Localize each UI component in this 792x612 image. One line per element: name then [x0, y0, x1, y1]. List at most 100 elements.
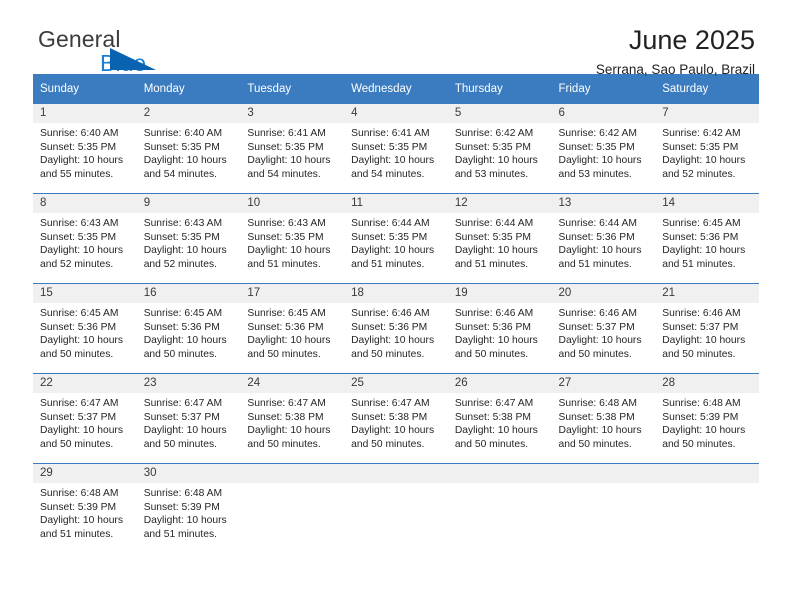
calendar-day-cell[interactable]: 20 Sunrise: 6:46 AM Sunset: 5:37 PM Dayligh…	[551, 283, 656, 374]
weekday-header-tuesday: Tuesday	[240, 74, 345, 104]
calendar-cell-inner: 19 Sunrise: 6:46 AM Sunset: 5:36 PM Dayligh…	[447, 284, 552, 373]
calendar-day-cell[interactable]: 23 Sunrise: 6:47 AM Sunset: 5:37 PM Dayligh…	[136, 373, 241, 464]
day-details: Sunrise: 6:48 AM Sunset: 5:39 PM Daylight:…	[33, 483, 137, 541]
day-detail-line: Sunset: 5:35 PM	[454, 231, 531, 243]
day-detail-line: Daylight: 10 hours	[143, 155, 227, 167]
calendar-day-cell[interactable]: 13 Sunrise: 6:44 AM Sunset: 5:36 PM Dayligh…	[551, 193, 656, 284]
day-detail-line: Daylight: 10 hours	[558, 155, 642, 167]
day-details: Sunrise: 6:47 AM Sunset: 5:38 PM Daylight:…	[240, 393, 344, 451]
calendar-day-cell[interactable]: 26 Sunrise: 6:47 AM Sunset: 5:38 PM Dayligh…	[447, 373, 552, 464]
calendar-day-cell[interactable]: 6 Sunrise: 6:42 AM Sunset: 5:35 PM Daylight…	[551, 103, 656, 194]
day-detail-line: Sunrise: 6:47 AM	[247, 398, 326, 409]
day-detail-line: Sunrise: 6:45 AM	[662, 218, 741, 229]
day-number: 3	[240, 104, 345, 123]
calendar-day-cell[interactable]: 7 Sunrise: 6:42 AM Sunset: 5:35 PM Daylight…	[655, 103, 759, 194]
day-detail-line: Daylight: 10 hours	[662, 155, 746, 167]
day-detail-line: Sunset: 5:35 PM	[40, 231, 117, 243]
calendar-day-cell[interactable]: 24 Sunrise: 6:47 AM Sunset: 5:38 PM Dayligh…	[240, 373, 345, 464]
day-details	[240, 483, 344, 487]
calendar-day-cell[interactable]: 22 Sunrise: 6:47 AM Sunset: 5:37 PM Dayligh…	[33, 373, 137, 464]
calendar-cell-inner	[344, 464, 448, 554]
day-detail-line: Sunset: 5:36 PM	[40, 321, 117, 333]
day-number: 20	[551, 284, 656, 303]
day-details: Sunrise: 6:47 AM Sunset: 5:38 PM Daylight:…	[448, 393, 552, 451]
day-detail-line: Sunrise: 6:47 AM	[143, 398, 223, 409]
day-detail-line: Daylight: 10 hours	[351, 425, 435, 437]
day-detail-line: Sunset: 5:36 PM	[662, 231, 739, 243]
day-detail-line: Sunset: 5:38 PM	[454, 411, 531, 423]
day-detail-line: Sunset: 5:35 PM	[40, 141, 117, 153]
day-detail-line: Sunrise: 6:44 AM	[454, 218, 534, 229]
day-details: Sunrise: 6:42 AM Sunset: 5:35 PM Daylight:…	[655, 123, 759, 181]
day-detail-line: Daylight: 10 hours	[40, 515, 123, 527]
day-detail-line: Sunrise: 6:44 AM	[351, 218, 430, 229]
calendar-cell-inner: 26 Sunrise: 6:47 AM Sunset: 5:38 PM Dayligh…	[447, 374, 552, 463]
calendar-day-cell[interactable]: 14 Sunrise: 6:45 AM Sunset: 5:36 PM Dayligh…	[655, 193, 759, 284]
calendar-cell-inner: 17 Sunrise: 6:45 AM Sunset: 5:36 PM Dayligh…	[240, 284, 345, 373]
calendar-day-cell[interactable]: 28 Sunrise: 6:48 AM Sunset: 5:39 PM Dayligh…	[655, 373, 759, 464]
page-header: General Blue June 2025 Serrana, Sao Paul…	[33, 0, 759, 77]
calendar-day-cell[interactable]: 19 Sunrise: 6:46 AM Sunset: 5:36 PM Dayligh…	[447, 283, 552, 374]
day-number: 10	[240, 194, 345, 213]
title-block: June 2025 Serrana, Sao Paulo, Brazil	[596, 24, 755, 80]
calendar-day-cell[interactable]: 5 Sunrise: 6:42 AM Sunset: 5:35 PM Daylight…	[447, 103, 552, 194]
day-details: Sunrise: 6:43 AM Sunset: 5:35 PM Daylight:…	[137, 213, 241, 271]
calendar-day-cell[interactable]: 4 Sunrise: 6:41 AM Sunset: 5:35 PM Daylight…	[344, 103, 448, 194]
calendar-day-cell[interactable]: 17 Sunrise: 6:45 AM Sunset: 5:36 PM Dayligh…	[240, 283, 345, 374]
day-detail-line: Sunset: 5:38 PM	[351, 411, 428, 423]
calendar-day-cell[interactable]: 25 Sunrise: 6:47 AM Sunset: 5:38 PM Dayligh…	[344, 373, 448, 464]
day-detail-line: and 50 minutes.	[143, 348, 217, 360]
calendar-cell-inner: 6 Sunrise: 6:42 AM Sunset: 5:35 PM Daylight…	[551, 104, 656, 193]
day-number: 1	[33, 104, 137, 123]
day-detail-line: Sunset: 5:35 PM	[247, 141, 324, 153]
day-details: Sunrise: 6:46 AM Sunset: 5:37 PM Daylight:…	[655, 303, 759, 361]
weekday-header-monday: Monday	[136, 74, 241, 104]
weekday-header-thursday: Thursday	[447, 74, 552, 104]
day-number: 18	[344, 284, 448, 303]
calendar-day-cell[interactable]: 16 Sunrise: 6:45 AM Sunset: 5:36 PM Dayligh…	[136, 283, 241, 374]
calendar-day-cell[interactable]: 30 Sunrise: 6:48 AM Sunset: 5:39 PM Dayligh…	[136, 463, 241, 554]
day-detail-line: and 52 minutes.	[143, 258, 217, 270]
calendar-day-cell[interactable]: 15 Sunrise: 6:45 AM Sunset: 5:36 PM Dayligh…	[33, 283, 137, 374]
day-details: Sunrise: 6:44 AM Sunset: 5:36 PM Daylight:…	[552, 213, 656, 271]
calendar-day-cell[interactable]: 9 Sunrise: 6:43 AM Sunset: 5:35 PM Daylight…	[136, 193, 241, 284]
day-detail-line: and 50 minutes.	[558, 348, 632, 360]
day-detail-line: and 52 minutes.	[662, 168, 736, 180]
calendar-day-cell[interactable]: 21 Sunrise: 6:46 AM Sunset: 5:37 PM Dayligh…	[655, 283, 759, 374]
calendar-day-cell[interactable]: 3 Sunrise: 6:41 AM Sunset: 5:35 PM Daylight…	[240, 103, 345, 194]
calendar-day-cell[interactable]: 12 Sunrise: 6:44 AM Sunset: 5:35 PM Dayligh…	[447, 193, 552, 284]
day-details: Sunrise: 6:48 AM Sunset: 5:39 PM Daylight:…	[655, 393, 759, 451]
calendar-cell-inner	[240, 464, 345, 554]
day-detail-line: Sunrise: 6:45 AM	[40, 308, 119, 319]
calendar-cell-inner: 21 Sunrise: 6:46 AM Sunset: 5:37 PM Dayligh…	[655, 284, 759, 373]
day-number: 28	[655, 374, 759, 393]
calendar-cell-inner: 11 Sunrise: 6:44 AM Sunset: 5:35 PM Dayligh…	[344, 194, 448, 283]
day-detail-line: Sunrise: 6:43 AM	[143, 218, 223, 229]
day-detail-line: Sunrise: 6:43 AM	[40, 218, 119, 229]
calendar-day-cell[interactable]: 10 Sunrise: 6:43 AM Sunset: 5:35 PM Dayligh…	[240, 193, 345, 284]
calendar-day-cell[interactable]: 29 Sunrise: 6:48 AM Sunset: 5:39 PM Dayligh…	[33, 463, 137, 554]
day-detail-line: and 50 minutes.	[40, 438, 114, 450]
calendar-day-cell[interactable]: 27 Sunrise: 6:48 AM Sunset: 5:38 PM Dayligh…	[551, 373, 656, 464]
calendar-cell-empty	[447, 463, 552, 554]
day-detail-line: and 50 minutes.	[247, 348, 321, 360]
calendar-cell-inner: 2 Sunrise: 6:40 AM Sunset: 5:35 PM Daylight…	[136, 104, 241, 193]
brand-name-top: General	[38, 26, 238, 70]
day-number: 2	[136, 104, 241, 123]
calendar-page: General Blue June 2025 Serrana, Sao Paul…	[0, 0, 792, 612]
calendar-day-cell[interactable]: 1 Sunrise: 6:40 AM Sunset: 5:35 PM Daylight…	[33, 103, 137, 194]
day-detail-line: Sunrise: 6:47 AM	[351, 398, 430, 409]
calendar-day-cell[interactable]: 18 Sunrise: 6:46 AM Sunset: 5:36 PM Dayligh…	[344, 283, 448, 374]
day-number: 24	[240, 374, 345, 393]
day-detail-line: and 50 minutes.	[351, 438, 425, 450]
calendar-day-cell[interactable]: 8 Sunrise: 6:43 AM Sunset: 5:35 PM Daylight…	[33, 193, 137, 284]
calendar-day-cell[interactable]: 11 Sunrise: 6:44 AM Sunset: 5:35 PM Dayligh…	[344, 193, 448, 284]
calendar-week-row: 1 Sunrise: 6:40 AM Sunset: 5:35 PM Daylight…	[33, 103, 759, 194]
day-number: 29	[33, 464, 137, 483]
brand-logo[interactable]: General Blue	[38, 26, 238, 78]
day-details: Sunrise: 6:47 AM Sunset: 5:38 PM Daylight:…	[344, 393, 448, 451]
calendar-day-cell[interactable]: 2 Sunrise: 6:40 AM Sunset: 5:35 PM Daylight…	[136, 103, 241, 194]
day-detail-line: Sunrise: 6:45 AM	[247, 308, 326, 319]
day-details: Sunrise: 6:45 AM Sunset: 5:36 PM Daylight:…	[137, 303, 241, 361]
day-detail-line: and 50 minutes.	[454, 348, 529, 360]
